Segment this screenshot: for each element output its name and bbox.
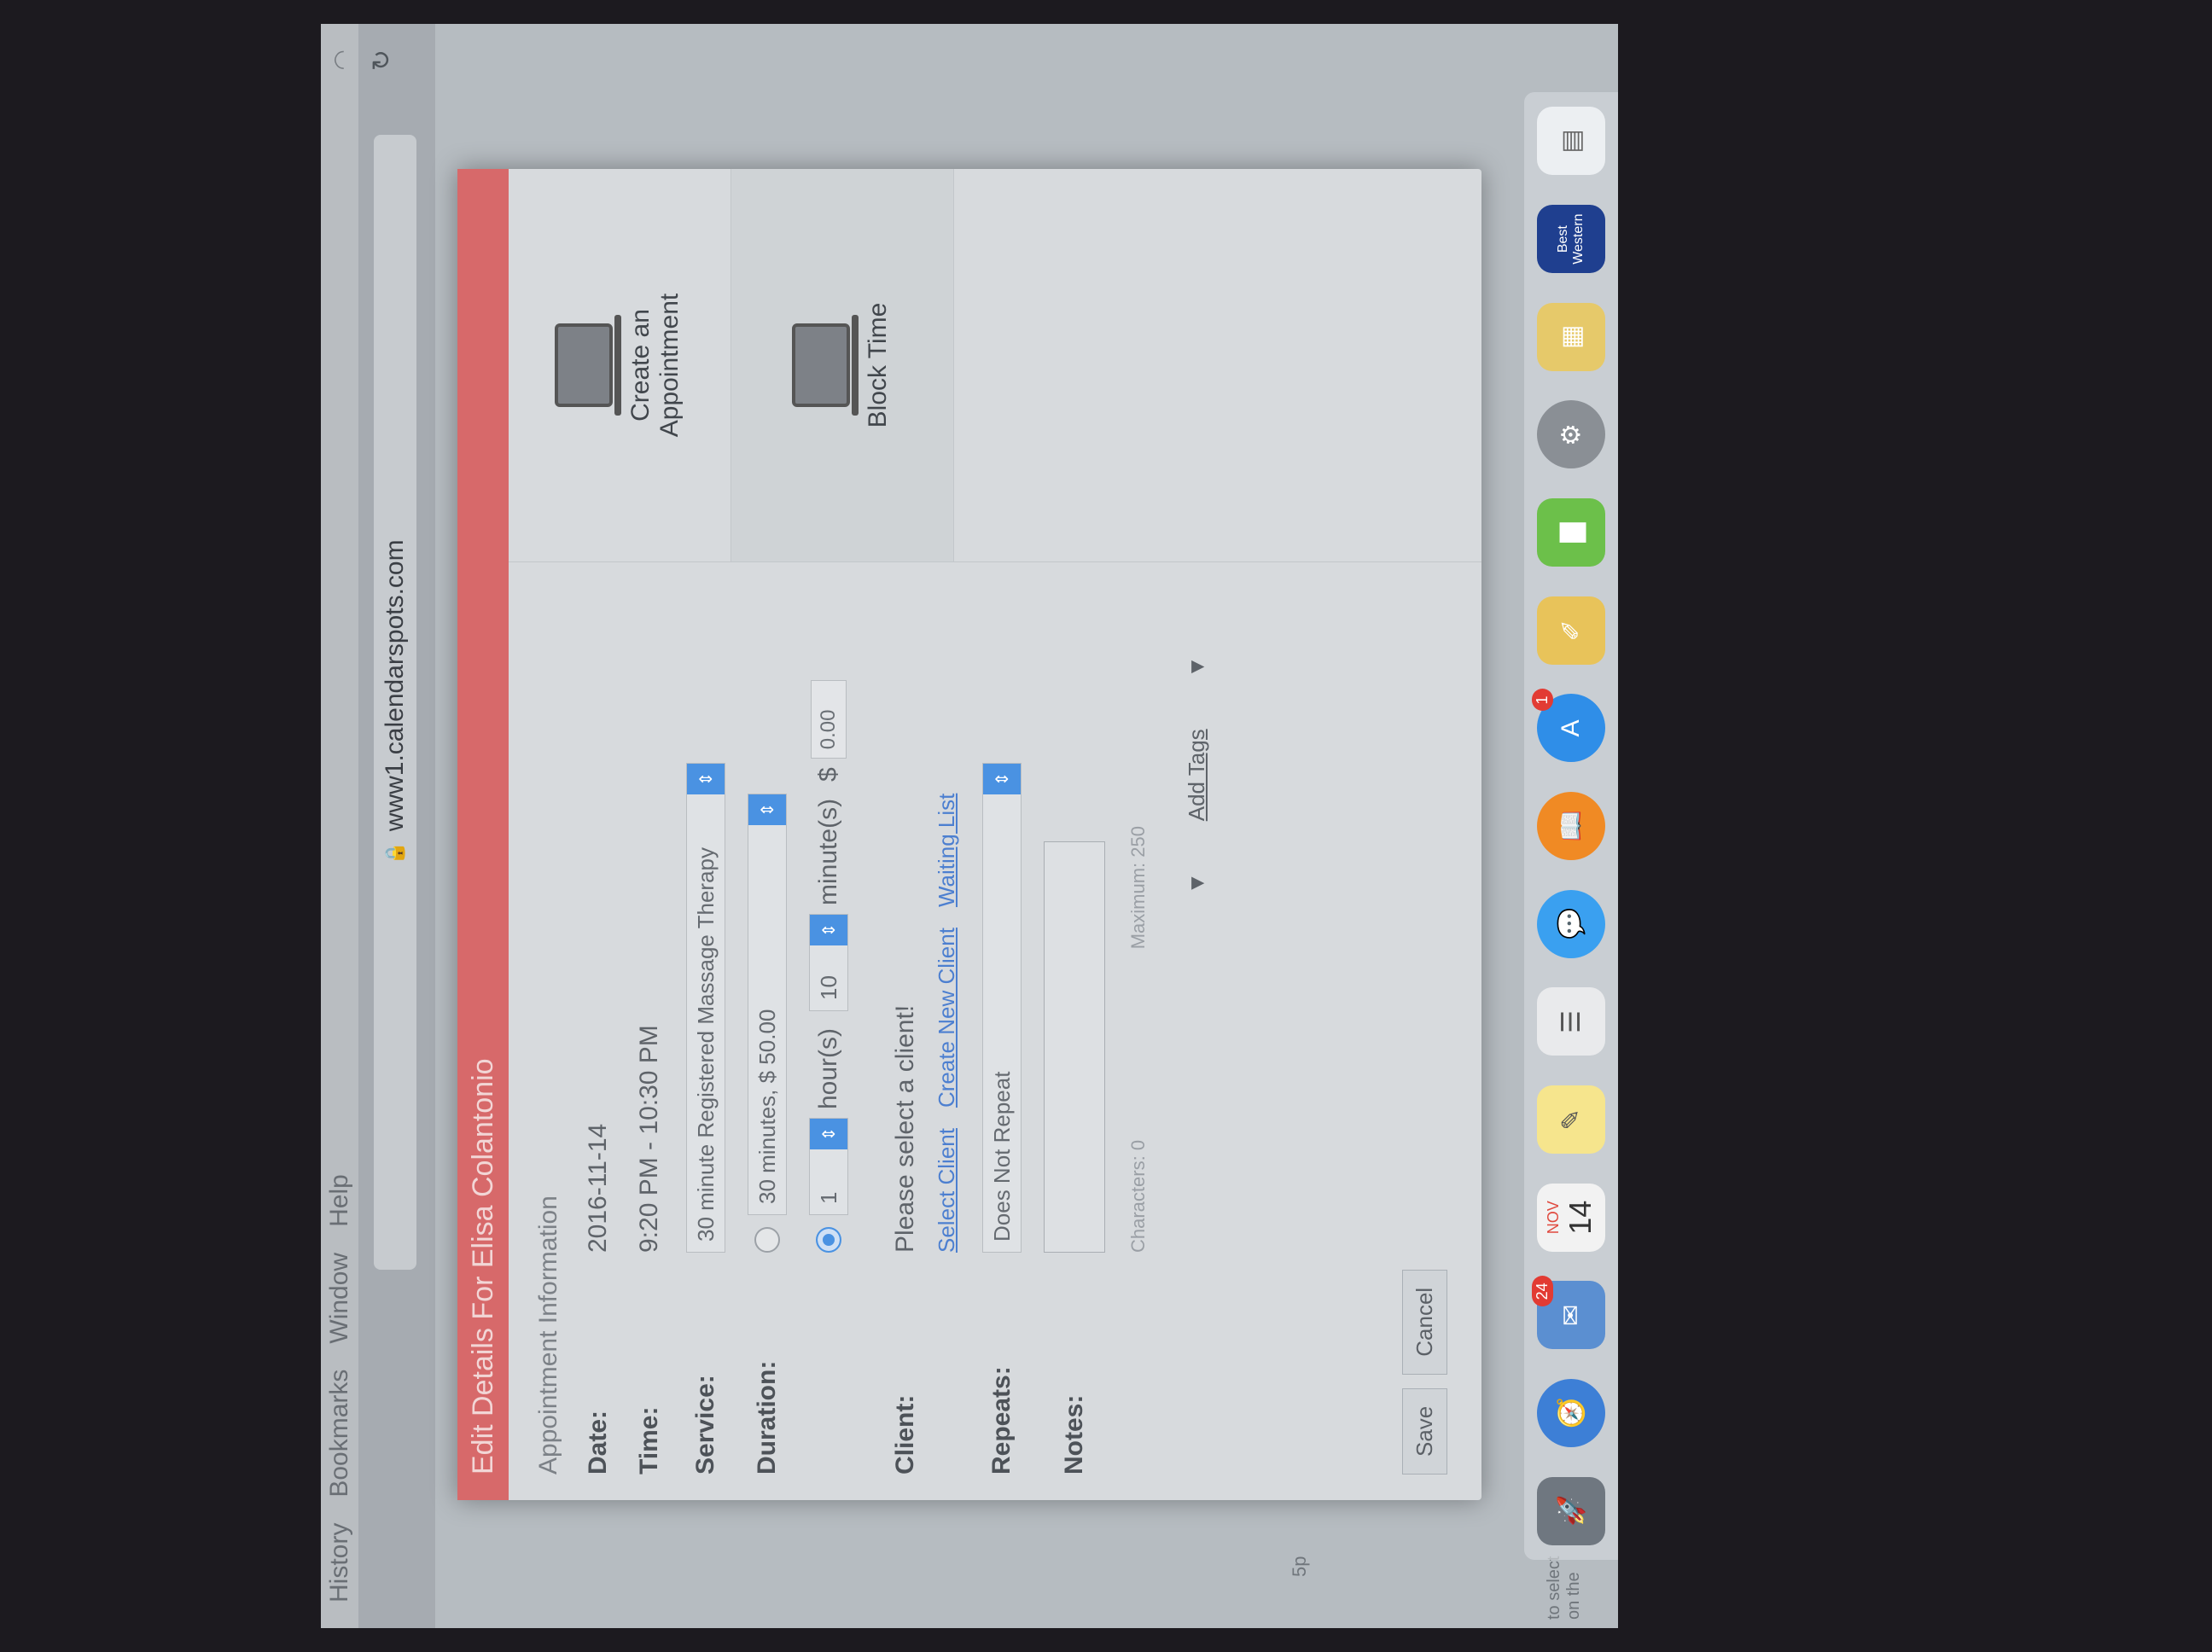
edit-appointment-dialog: Edit Details For Elisa Colantonio Appoin… [457,169,1481,1500]
time-value: 9:20 PM - 10:30 PM [635,1025,663,1253]
minutes-select[interactable]: 10 ⇕ [809,913,848,1011]
notes-label: Notes: [1060,1394,1088,1475]
repeats-select[interactable]: Does Not Repeat ⇕ [982,763,1022,1253]
select-arrows-icon: ⇕ [748,794,786,825]
ibooks-icon[interactable]: 📖 [1537,792,1605,861]
characters-maximum: Maximum: 250 [1127,826,1149,950]
minutes-unit: minute(s) [814,798,842,905]
menu-window[interactable]: Window [325,1253,354,1344]
create-appointment-label: Create an Appointment [626,293,684,438]
triangle-down-icon[interactable]: ▼ [1184,656,1210,678]
client-label: Client: [891,1394,919,1475]
document-stack-icon[interactable]: ▤ [1537,107,1605,176]
add-tags-link[interactable]: Add Tags [1184,729,1210,821]
character-counter: Characters: 0 Maximum: 250 [1127,826,1150,1253]
lock-icon: 🔒 [384,841,405,865]
menu-bar: History Bookmarks Window Help ◠ [321,24,358,1628]
best-western-icon[interactable]: Best Western [1537,205,1605,274]
waiting-list-link[interactable]: Waiting List [934,794,960,907]
duration-preset-select[interactable]: 30 minutes, $ 50.00 ⇕ [748,794,787,1215]
client-prompt: Please select a client! [891,1004,919,1253]
minutes-value: 10 [815,975,841,1000]
duration-preset-value: 30 minutes, $ 50.00 [754,1009,780,1204]
notes-textarea[interactable] [1044,841,1105,1253]
messages-icon[interactable]: 💬 [1537,889,1605,958]
select-arrows-icon: ⇕ [983,764,1021,794]
triangle-down-icon[interactable]: ▼ [1184,872,1210,894]
date-value: 2016-11-14 [584,1123,612,1253]
browser-toolbar: 🔒 www1.calendarspots.com ↻ [358,24,435,1628]
hour-label: 5p [1289,1556,1310,1577]
save-button[interactable]: Save [1402,1387,1447,1475]
url-bar[interactable]: 🔒 www1.calendarspots.com [374,135,416,1270]
notes-app-icon[interactable]: ✎ [1537,1085,1605,1155]
calendar-day: 14 [1562,1200,1598,1235]
system-preferences-icon[interactable]: ⚙ [1537,400,1605,469]
safari-icon[interactable]: 🧭 [1537,1379,1605,1448]
dialog-buttons: Save Cancel [1402,1269,1447,1475]
select-arrows-icon: ⇕ [687,764,725,794]
hours-unit: hour(s) [814,1027,842,1109]
time-label: Time: [635,1406,663,1475]
reload-icon[interactable]: ↻ [367,49,397,71]
reminders-icon[interactable]: ☰ [1537,987,1605,1056]
menu-history[interactable]: History [325,1523,354,1603]
menu-help[interactable]: Help [325,1174,354,1227]
characters-count: Characters: 0 [1127,1139,1149,1253]
folder-stack-icon[interactable]: ▦ [1537,302,1605,371]
wifi-icon[interactable]: ◠ [328,49,356,70]
duration-label: Duration: [753,1360,781,1475]
service-value: 30 minute Registered Massage Therapy [692,847,719,1242]
duration-preset-radio[interactable] [754,1227,780,1253]
menu-bookmarks[interactable]: Bookmarks [325,1370,354,1498]
laptop-blocked-icon [792,323,850,407]
best-western-label: Best Western [1556,213,1586,265]
numbers-icon[interactable]: ▇ [1537,498,1605,567]
dialog-title: Edit Details For Elisa Colantonio [457,169,509,1500]
select-arrows-icon: ⇕ [810,1119,847,1149]
hours-select[interactable]: 1 ⇕ [809,1118,848,1215]
url-text: www1.calendarspots.com [381,539,409,832]
block-time-label: Block Time [864,302,892,428]
block-time-button[interactable]: Block Time [731,169,954,561]
price-symbol: $ [814,767,842,782]
app-store-badge: 1 [1532,689,1553,712]
app-store-icon[interactable]: A1 [1532,689,1605,763]
select-arrows-icon: ⇕ [810,914,847,945]
pages-icon[interactable]: ✐ [1537,596,1605,665]
service-select[interactable]: 30 minute Registered Massage Therapy ⇕ [686,763,725,1253]
repeats-value: Does Not Repeat [988,1071,1015,1242]
select-client-link[interactable]: Select Client [934,1128,960,1253]
date-label: Date: [584,1410,612,1475]
custom-duration-radio[interactable] [816,1227,841,1253]
create-new-client-link[interactable]: Create New Client [934,928,960,1108]
cancel-button[interactable]: Cancel [1402,1269,1447,1375]
dock: 🚀 🧭 ✉ 24 NOV 14 ✎ ☰ 💬 📖 A1 ✐ ▇ ⚙ ▦ Best W… [1524,92,1618,1560]
price-input[interactable]: 0.00 [811,680,847,759]
launchpad-icon[interactable]: 🚀 [1537,1476,1605,1545]
calendar-app-icon[interactable]: NOV 14 [1537,1183,1605,1252]
calendar-month: NOV [1544,1201,1562,1235]
mail-icon[interactable]: ✉ 24 [1532,1276,1605,1350]
repeats-label: Repeats: [987,1366,1016,1475]
mail-badge: 24 [1532,1276,1553,1307]
screen: History Bookmarks Window Help ◠ 🔒 www1.c… [321,24,1618,1628]
laptop-icon [555,323,613,407]
side-panel: Create an Appointment Block Time [509,169,1481,562]
hours-value: 1 [815,1191,841,1204]
service-label: Service: [691,1375,719,1475]
create-appointment-button[interactable]: Create an Appointment [509,169,731,561]
